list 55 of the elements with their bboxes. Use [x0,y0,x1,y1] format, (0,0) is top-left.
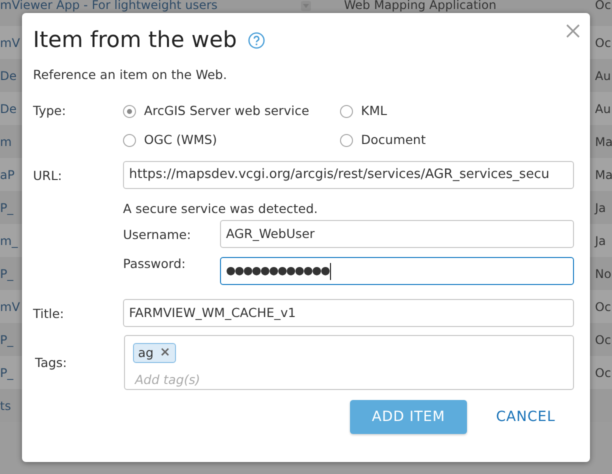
help-icon[interactable] [248,32,265,48]
table-cell: Au [595,68,611,82]
table-cell: Ma [595,134,612,148]
url-field[interactable]: https://mapsdev.vcgi.org/arcgis/rest/services/AGR_services_secu [123,161,574,189]
field-label: Password: [123,255,186,273]
remove-tag-button[interactable]: × [160,343,171,363]
cancel-button[interactable]: CANCEL [494,400,558,434]
radio-button[interactable] [123,134,136,147]
table-cell: P_ [0,366,14,380]
dropdown-icon[interactable] [301,1,311,11]
field-label: Type: [33,102,66,120]
table-cell: Oc [595,332,612,346]
radio-button[interactable] [340,134,353,147]
field-label: URL: [33,167,62,185]
table-cell: m [0,134,12,148]
password-field[interactable]: ●●●●●●●●●●●● [220,257,574,285]
table-cell: Oc [595,36,612,50]
field-label: Tags: [35,354,67,372]
option-label[interactable]: KML [361,102,387,121]
table-cell: Ma [595,168,612,182]
radio-button[interactable] [123,104,136,118]
close-button[interactable] [566,24,580,38]
table-cell: P_ [0,200,14,214]
table-cell: Ja [595,200,606,214]
username-field[interactable]: AGR_WebUser [220,220,574,248]
table-cell: No [595,266,612,280]
table-cell: Ja [595,234,606,248]
table-cell: Web Mapping Application [344,0,496,12]
tags-field[interactable]: ag × Add tag(s) [124,335,574,390]
table-cell: m_ [0,234,18,248]
table-cell: P_ [0,332,14,346]
dialog-title: Item from the web [33,26,237,54]
tag-chip[interactable]: ag × [133,343,176,363]
table-cell: De [0,68,17,82]
option-label[interactable]: ArcGIS Server web service [144,102,310,121]
table-cell: mViewer App - For lightweight users [0,0,218,12]
description-text: Reference an item on the Web. [33,66,227,84]
table-cell: P_ [0,266,14,280]
field-label: Username: [123,226,191,244]
table-cell: mV [0,300,20,314]
option-label[interactable]: Document [361,131,426,150]
radio-button[interactable] [340,104,353,118]
field-label: Title: [33,305,64,323]
table-cell: aP [0,168,15,182]
option-label[interactable]: OGC (WMS) [144,131,218,150]
table-cell: De [0,102,17,116]
table-cell: ts [0,398,11,412]
table-cell: Oc [595,366,612,380]
title-field[interactable]: FARMVIEW_WM_CACHE_v1 [123,299,574,327]
notice-text: A secure service was detected. [123,200,318,218]
table-cell: Au [595,102,611,116]
table-cell: Oc [595,0,612,12]
tag-placeholder: Add tag(s) [135,371,200,389]
table-cell: mV [0,36,20,50]
table-cell: Oc [595,300,612,314]
